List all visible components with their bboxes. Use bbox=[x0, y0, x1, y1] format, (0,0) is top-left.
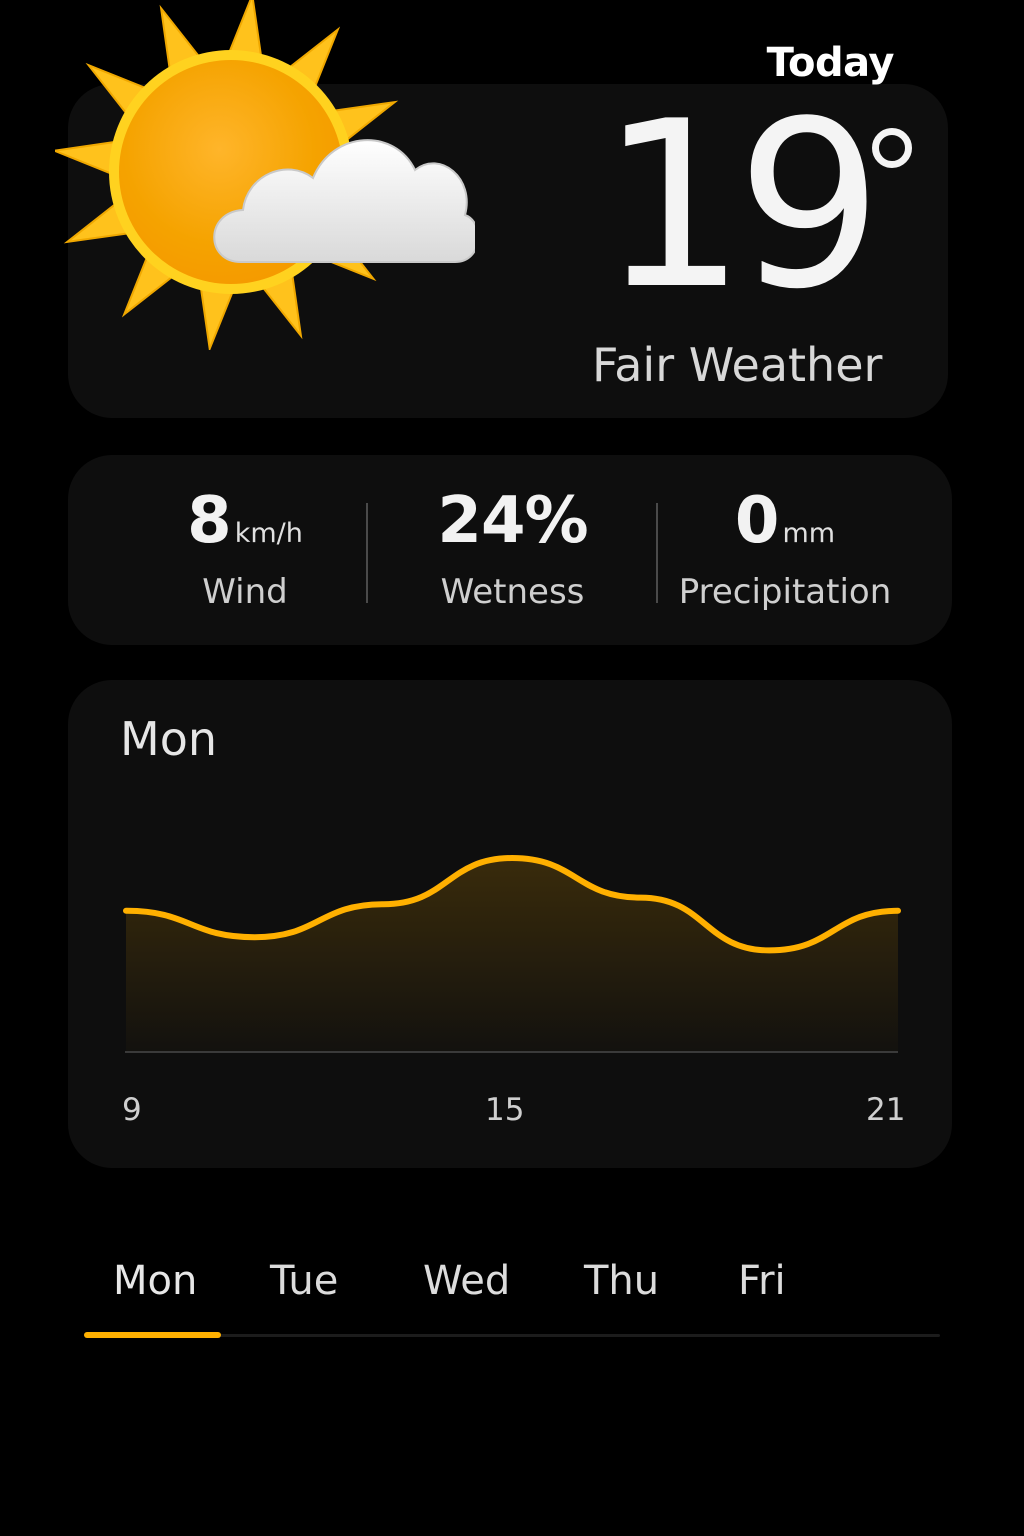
x-tick-label: 21 bbox=[866, 1092, 906, 1128]
stats-divider bbox=[656, 503, 658, 603]
degree-symbol bbox=[872, 128, 912, 168]
current-temperature: 19 bbox=[600, 73, 883, 340]
weather-condition: Fair Weather bbox=[592, 338, 883, 392]
x-tick-label: 15 bbox=[485, 1092, 525, 1128]
precipitation-unit: mm bbox=[782, 518, 836, 549]
precipitation-value: 0 bbox=[734, 484, 780, 558]
tab-selected-indicator bbox=[84, 1332, 221, 1338]
wind-unit: km/h bbox=[234, 518, 303, 549]
chart-day-title: Mon bbox=[120, 712, 217, 766]
precipitation-stat: 0 mm Precipitation bbox=[670, 484, 900, 612]
tab-tue[interactable]: Tue bbox=[270, 1258, 338, 1304]
precipitation-label: Precipitation bbox=[678, 572, 892, 612]
wetness-label: Wetness bbox=[440, 572, 585, 612]
tab-thu[interactable]: Thu bbox=[584, 1258, 659, 1304]
wetness-value: 24% bbox=[437, 484, 588, 558]
x-tick-label: 9 bbox=[122, 1092, 142, 1128]
stats-divider bbox=[366, 503, 368, 603]
wind-label: Wind bbox=[202, 572, 288, 612]
tab-fri[interactable]: Fri bbox=[738, 1258, 786, 1304]
tab-wed[interactable]: Wed bbox=[423, 1258, 510, 1304]
tab-mon[interactable]: Mon bbox=[113, 1258, 197, 1304]
wind-value: 8 bbox=[187, 484, 232, 558]
sun-behind-cloud-icon bbox=[55, 0, 475, 350]
wind-stat: 8 km/h Wind bbox=[160, 484, 330, 612]
wetness-stat: 24% Wetness bbox=[420, 484, 605, 612]
